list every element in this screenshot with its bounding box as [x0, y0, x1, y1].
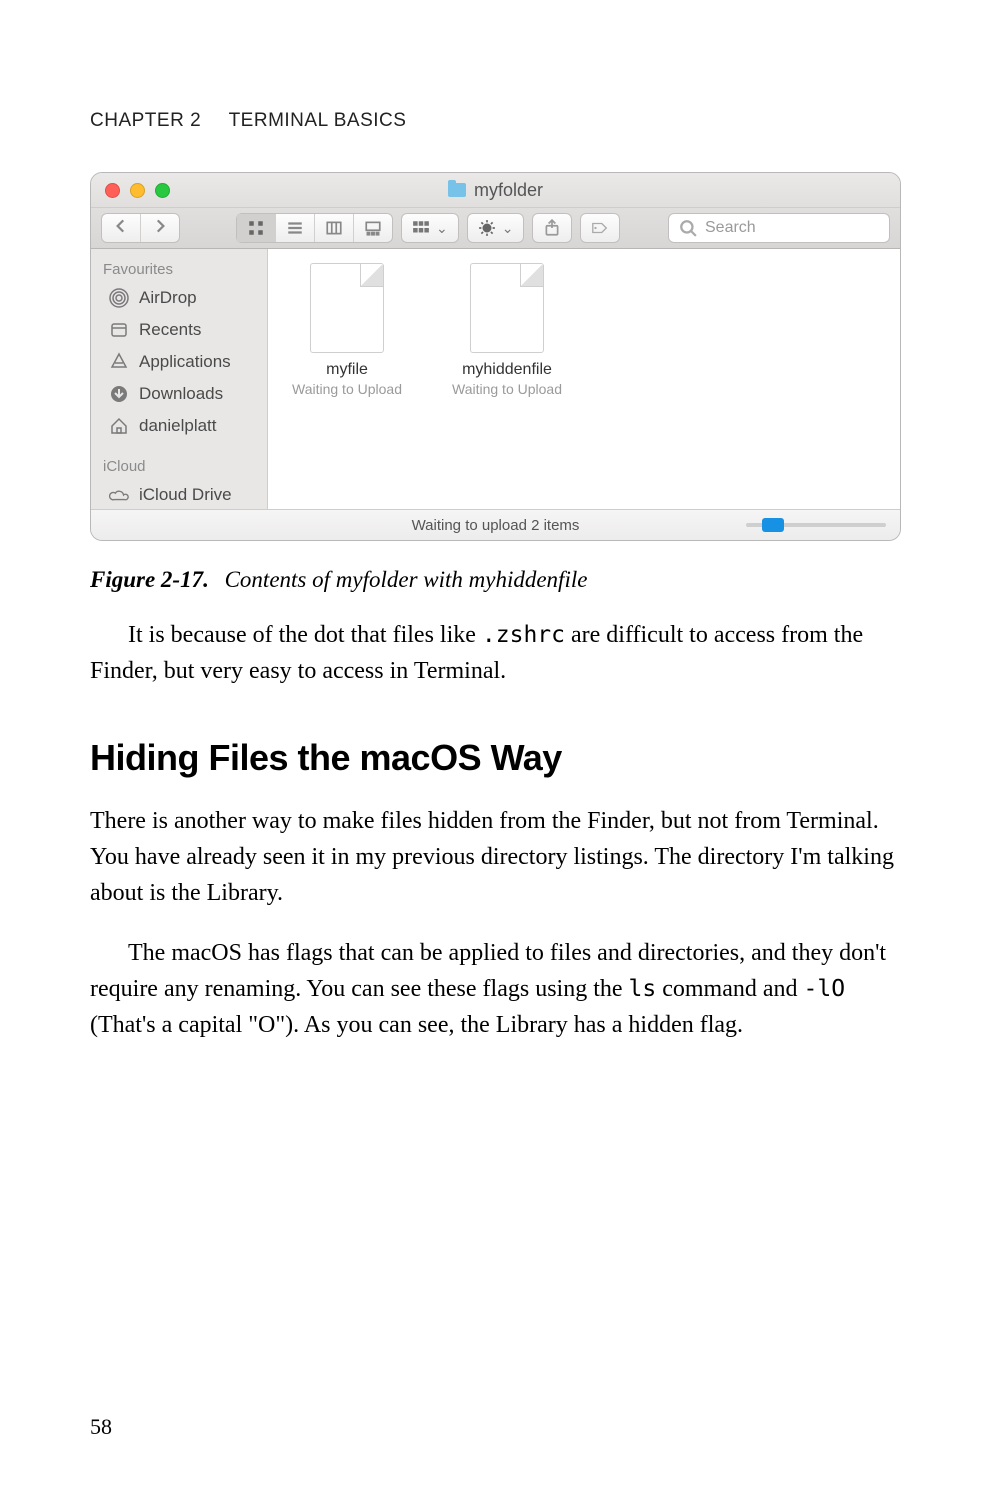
inline-code: -lO	[804, 976, 846, 1002]
running-head: CHAPTER 2 TERMINAL BASICS	[90, 110, 899, 132]
nav-back-forward[interactable]	[101, 213, 180, 243]
downloads-icon	[109, 384, 129, 404]
document-icon	[310, 263, 384, 353]
sidebar-item-label: iCloud Drive	[139, 485, 232, 505]
sidebar-item-label: Recents	[139, 320, 201, 340]
gallery-view-button[interactable]	[353, 214, 392, 242]
sidebar-item-icloud-drive[interactable]: iCloud Drive	[91, 479, 267, 509]
status-text: Waiting to upload 2 items	[412, 517, 580, 534]
view-mode-segmented[interactable]	[236, 213, 393, 243]
slider-knob[interactable]	[762, 518, 784, 532]
action-menu-button[interactable]: ⌄	[467, 213, 525, 243]
column-view-button[interactable]	[314, 214, 353, 242]
sidebar-item-applications[interactable]: Applications	[91, 346, 267, 378]
zoom-window-button[interactable]	[155, 183, 170, 198]
forward-icon	[151, 217, 169, 240]
body-paragraph: There is another way to make files hidde…	[90, 803, 899, 911]
folder-icon	[448, 183, 466, 197]
sidebar-section-favourites: Favourites	[91, 259, 267, 282]
share-button[interactable]	[532, 213, 572, 243]
file-status: Waiting to Upload	[442, 381, 572, 397]
file-name: myhiddenfile	[442, 361, 572, 379]
finder-window: myfolder	[90, 172, 901, 541]
icon-size-slider[interactable]	[746, 523, 886, 527]
figure-label: Figure 2-17.	[90, 567, 209, 592]
applications-icon	[109, 352, 129, 372]
file-item[interactable]: myfile Waiting to Upload	[282, 263, 412, 397]
chevron-down-icon: ⌄	[436, 220, 448, 237]
tags-button[interactable]	[580, 213, 620, 243]
figure-caption-text: Contents of myfolder with myhiddenfile	[225, 567, 588, 592]
back-icon	[112, 217, 130, 240]
window-title: myfolder	[474, 180, 543, 201]
sidebar-item-label: Downloads	[139, 384, 223, 404]
group-by-button[interactable]: ⌄	[401, 213, 459, 243]
close-window-button[interactable]	[105, 183, 120, 198]
recents-icon	[109, 320, 129, 340]
chapter-title: TERMINAL BASICS	[229, 110, 407, 131]
minimize-window-button[interactable]	[130, 183, 145, 198]
list-view-button[interactable]	[275, 214, 314, 242]
icon-view-button[interactable]	[237, 214, 275, 242]
body-paragraph: It is because of the dot that files like…	[90, 617, 899, 689]
sidebar-item-home[interactable]: danielplatt	[91, 410, 267, 442]
home-icon	[109, 416, 129, 436]
page-number: 58	[90, 1414, 112, 1440]
chevron-down-icon: ⌄	[502, 220, 514, 237]
sidebar-item-airdrop[interactable]: AirDrop	[91, 282, 267, 314]
document-icon	[470, 263, 544, 353]
airdrop-icon	[109, 288, 129, 308]
icloud-icon	[109, 485, 129, 505]
sidebar-item-downloads[interactable]: Downloads	[91, 378, 267, 410]
sidebar-section-icloud: iCloud	[91, 456, 267, 479]
status-bar: Waiting to upload 2 items	[91, 509, 900, 540]
sidebar-item-label: danielplatt	[139, 416, 217, 436]
inline-code: ls	[629, 976, 657, 1002]
section-heading: Hiding Files the macOS Way	[90, 737, 899, 779]
file-name: myfile	[282, 361, 412, 379]
toolbar: ⌄ ⌄ Search	[91, 208, 900, 249]
search-placeholder: Search	[705, 219, 756, 237]
chapter-number: CHAPTER 2	[90, 110, 201, 131]
search-field[interactable]: Search	[668, 213, 890, 243]
file-grid: myfile Waiting to Upload myhiddenfile Wa…	[268, 249, 900, 509]
file-item[interactable]: myhiddenfile Waiting to Upload	[442, 263, 572, 397]
figure-caption: Figure 2-17. Contents of myfolder with m…	[90, 567, 899, 593]
inline-code: .zshrc	[482, 622, 565, 648]
search-icon	[679, 219, 697, 237]
body-paragraph: The macOS has flags that can be applied …	[90, 935, 899, 1043]
sidebar-item-label: Applications	[139, 352, 231, 372]
sidebar-item-recents[interactable]: Recents	[91, 314, 267, 346]
titlebar: myfolder	[91, 173, 900, 208]
sidebar: Favourites AirDrop Recents	[91, 249, 268, 509]
sidebar-item-label: AirDrop	[139, 288, 197, 308]
file-status: Waiting to Upload	[282, 381, 412, 397]
